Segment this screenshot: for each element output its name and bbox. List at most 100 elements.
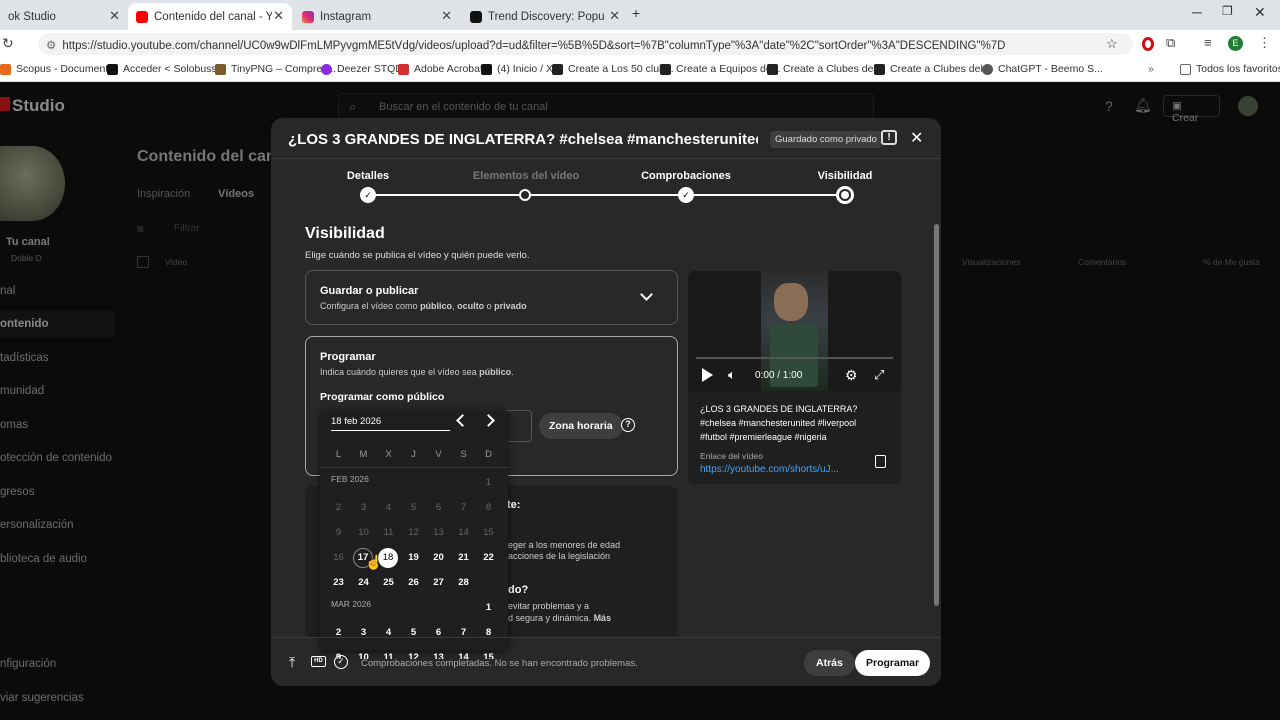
bookmark[interactable]: Deezer STQD [321,63,403,75]
calendar-day[interactable]: 22 [476,548,501,568]
timezone-button[interactable]: Zona horaria [539,413,623,439]
create-button[interactable]: ▣ Crear [1163,95,1220,124]
more-link[interactable]: Más [594,613,612,623]
browser-tab[interactable]: ok Studio ✕ [0,3,128,30]
star-icon[interactable]: ☆ [1106,36,1118,52]
profile-avatar[interactable]: E [1228,36,1243,51]
back-button[interactable]: Atrás [804,650,855,676]
calendar-day: 3 [360,502,367,513]
nav-channel[interactable]: nal [0,285,15,297]
calendar-day[interactable]: 19 [401,548,426,568]
tab-inspiration[interactable]: Inspiración [137,188,190,200]
play-icon[interactable] [702,368,713,382]
calendar-day[interactable]: 27 [426,573,451,593]
calendar-day[interactable]: 20 [426,548,451,568]
calendar-day[interactable]: 1 [476,598,501,618]
feedback-icon[interactable]: ! [881,130,897,145]
calendar-day[interactable]: 28 [451,573,476,593]
nav-analytics[interactable]: tadísticas [0,352,49,364]
filter-icon[interactable]: ≡ [137,222,144,236]
bookmark[interactable]: Acceder < Solobuss... [107,63,225,75]
channel-avatar[interactable] [0,146,65,221]
calendar-day[interactable]: 21 [451,548,476,568]
schedule-button[interactable]: Programar [855,650,931,676]
nav-community[interactable]: munidad [0,385,44,397]
bookmark[interactable]: Create a Clubes del... [767,63,885,75]
video-link[interactable]: https://youtube.com/shorts/uJ... [700,464,839,475]
close-icon[interactable]: ✕ [609,8,620,24]
save-publish-card[interactable] [305,270,678,325]
browser-tab-active[interactable]: Contenido del canal - YouTube ✕ [128,3,292,30]
bookmark[interactable]: Create a Equipos de... [660,63,780,75]
calendar-day[interactable]: 6 [426,623,451,643]
settings-icon[interactable]: ⚙ [845,367,858,384]
calendar-day[interactable]: 26 [401,573,426,593]
nav-subtitles[interactable]: omas [0,419,28,431]
step-details[interactable]: Detalles [308,170,428,182]
help-icon[interactable]: ? [1105,98,1113,114]
new-tab-icon[interactable]: + [632,5,640,21]
calendar-day[interactable]: 2 [326,623,351,643]
playlist-icon[interactable]: ≡ [1204,35,1212,50]
nav-settings[interactable]: nfiguración [0,658,56,670]
close-icon[interactable]: ✕ [441,8,452,24]
nav-customization[interactable]: ersonalización [0,519,74,531]
close-window-icon[interactable]: ✕ [1254,4,1266,21]
help-icon[interactable]: ? [621,418,635,432]
copy-icon[interactable] [875,455,886,468]
step-elements[interactable]: Elementos del vídeo [466,170,586,182]
volume-icon[interactable]: 🔈︎ [728,367,736,383]
extensions-icon[interactable]: ⧉ [1166,35,1175,51]
calendar-day[interactable]: 8 [476,623,501,643]
nav-earn[interactable]: gresos [0,486,35,498]
bookmark[interactable]: TinyPNG – Compres... [215,63,336,75]
opera-icon[interactable] [1142,37,1154,51]
calendar-day[interactable]: 7 [451,623,476,643]
progress-bar[interactable] [696,357,893,359]
bookmarks-folder[interactable]: Todos los favoritos [1180,63,1280,75]
select-all-checkbox[interactable] [137,256,149,268]
bookmark[interactable]: Create a Los 50 club... [552,63,674,75]
bookmark[interactable]: Adobe Acrobat [398,63,483,75]
minimize-icon[interactable]: ─ [1192,4,1202,20]
tab-videos[interactable]: Vídeos [218,188,254,200]
nav-feedback[interactable]: viar sugerencias [0,692,84,704]
reload-icon[interactable]: ↻ [2,35,14,52]
maximize-icon[interactable]: ❐ [1222,4,1233,18]
calendar-day[interactable]: 5 [401,623,426,643]
bookmark[interactable]: Scopus - Document... [0,63,117,75]
fullscreen-icon[interactable]: ⤢ [874,367,884,383]
close-icon[interactable]: ✕ [910,128,923,148]
url-bar[interactable]: ⚙ https://studio.youtube.com/channel/UC0w… [38,33,1133,55]
close-icon[interactable]: ✕ [109,8,120,24]
site-info-icon[interactable]: ⚙ [46,40,56,52]
calendar-day[interactable]: 3 [351,623,376,643]
browser-tab[interactable]: Trend Discovery: Popular Hash ✕ [462,3,628,30]
step-checks[interactable]: Comprobaciones [626,170,746,182]
bookmark[interactable]: Create a Clubes del... [874,63,992,75]
video-time: 0:00 / 1:00 [755,370,803,381]
calendar-day[interactable]: 23 [326,573,351,593]
search-box[interactable]: ⌕ Buscar en el contenido de tu canal [338,93,874,121]
calendar-day[interactable]: 25 [376,573,401,593]
menu-icon[interactable]: ⋮ [1258,35,1271,51]
date-input[interactable]: 18 feb 2026 [331,416,450,431]
calendar-day[interactable]: 4 [376,623,401,643]
nav-audio-library[interactable]: blioteca de audio [0,553,87,565]
video-preview[interactable]: 🔈︎ 0:00 / 1:00 ⚙ ⤢ ¿LOS 3 GRANDES DE ING… [688,271,901,484]
nav-content[interactable]: ontenido [0,318,49,330]
bookmark[interactable]: (4) Inicio / X [481,63,553,75]
bookmark[interactable]: ChatGPT - Beemo S... [982,63,1103,75]
browser-tab[interactable]: Instagram ✕ [294,3,460,30]
close-icon[interactable]: ✕ [273,8,284,24]
bookmark-label: Scopus - Document... [16,63,117,75]
tab-label: Contenido del canal - YouTube [154,10,272,23]
calendar-day[interactable]: 24 [351,573,376,593]
nav-copyright[interactable]: otección de contenido [0,452,112,464]
account-avatar[interactable] [1238,96,1258,116]
scrollbar[interactable] [934,224,939,606]
notifications-icon[interactable]: 🔔︎ [1134,97,1152,114]
step-visibility[interactable]: Visibilidad [785,170,905,182]
more-bookmarks-icon[interactable]: » [1148,63,1154,75]
check-icon: ✓ [678,187,694,203]
